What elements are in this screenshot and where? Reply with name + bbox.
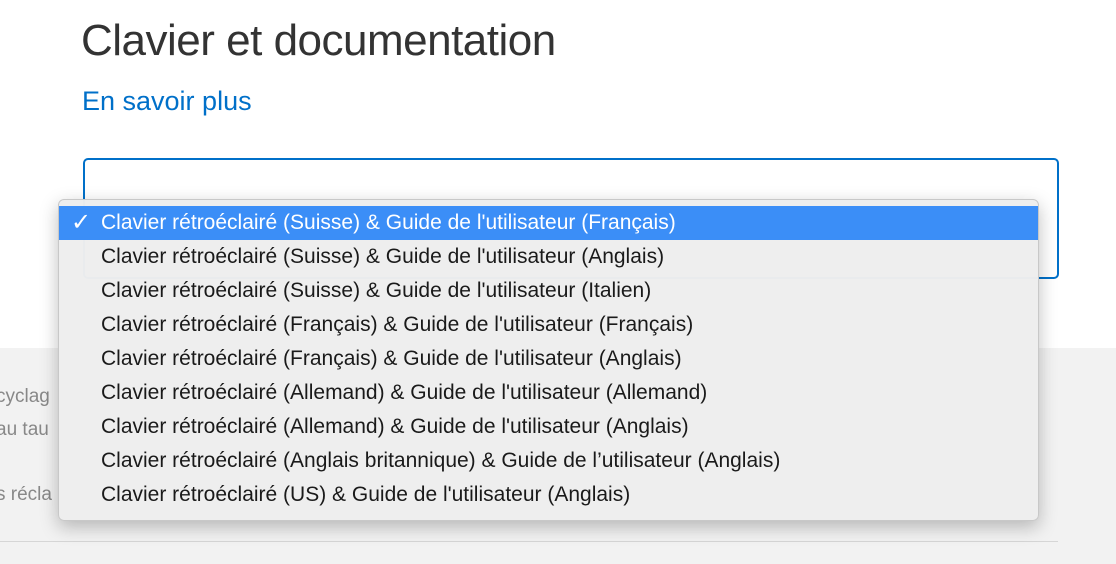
dropdown-option[interactable]: Clavier rétroéclairé (Français) & Guide … xyxy=(59,308,1038,342)
learn-more-link[interactable]: En savoir plus xyxy=(82,86,252,117)
background-text-1: cyclag xyxy=(0,386,50,407)
dropdown-option[interactable]: Clavier rétroéclairé (Suisse) & Guide de… xyxy=(59,240,1038,274)
dropdown-option[interactable]: Clavier rétroéclairé (Français) & Guide … xyxy=(59,342,1038,376)
option-label: Clavier rétroéclairé (Français) & Guide … xyxy=(101,347,682,370)
option-label: Clavier rétroéclairé (US) & Guide de l'u… xyxy=(101,483,631,506)
dropdown-option[interactable]: ✓ Clavier rétroéclairé (Suisse) & Guide … xyxy=(59,206,1038,240)
checkmark-icon: ✓ xyxy=(71,209,92,236)
option-label: Clavier rétroéclairé (Français) & Guide … xyxy=(101,313,694,336)
option-label: Clavier rétroéclairé (Anglais britanniqu… xyxy=(101,449,781,472)
divider xyxy=(0,541,1058,542)
option-label: Clavier rétroéclairé (Suisse) & Guide de… xyxy=(101,279,652,302)
page-title: Clavier et documentation xyxy=(81,16,556,65)
dropdown-option[interactable]: Clavier rétroéclairé (Allemand) & Guide … xyxy=(59,376,1038,410)
option-label: Clavier rétroéclairé (Allemand) & Guide … xyxy=(101,415,689,438)
option-label: Clavier rétroéclairé (Allemand) & Guide … xyxy=(101,381,708,404)
dropdown-option[interactable]: Clavier rétroéclairé (Suisse) & Guide de… xyxy=(59,274,1038,308)
dropdown-option[interactable]: Clavier rétroéclairé (US) & Guide de l'u… xyxy=(59,478,1038,512)
background-text-2: au tau xyxy=(0,419,49,440)
option-label: Clavier rétroéclairé (Suisse) & Guide de… xyxy=(101,245,665,268)
dropdown-option[interactable]: Clavier rétroéclairé (Anglais britanniqu… xyxy=(59,444,1038,478)
background-text-3: s récla xyxy=(0,484,52,505)
dropdown-menu: ✓ Clavier rétroéclairé (Suisse) & Guide … xyxy=(58,199,1039,521)
dropdown-option[interactable]: Clavier rétroéclairé (Allemand) & Guide … xyxy=(59,410,1038,444)
option-label: Clavier rétroéclairé (Suisse) & Guide de… xyxy=(101,211,676,234)
